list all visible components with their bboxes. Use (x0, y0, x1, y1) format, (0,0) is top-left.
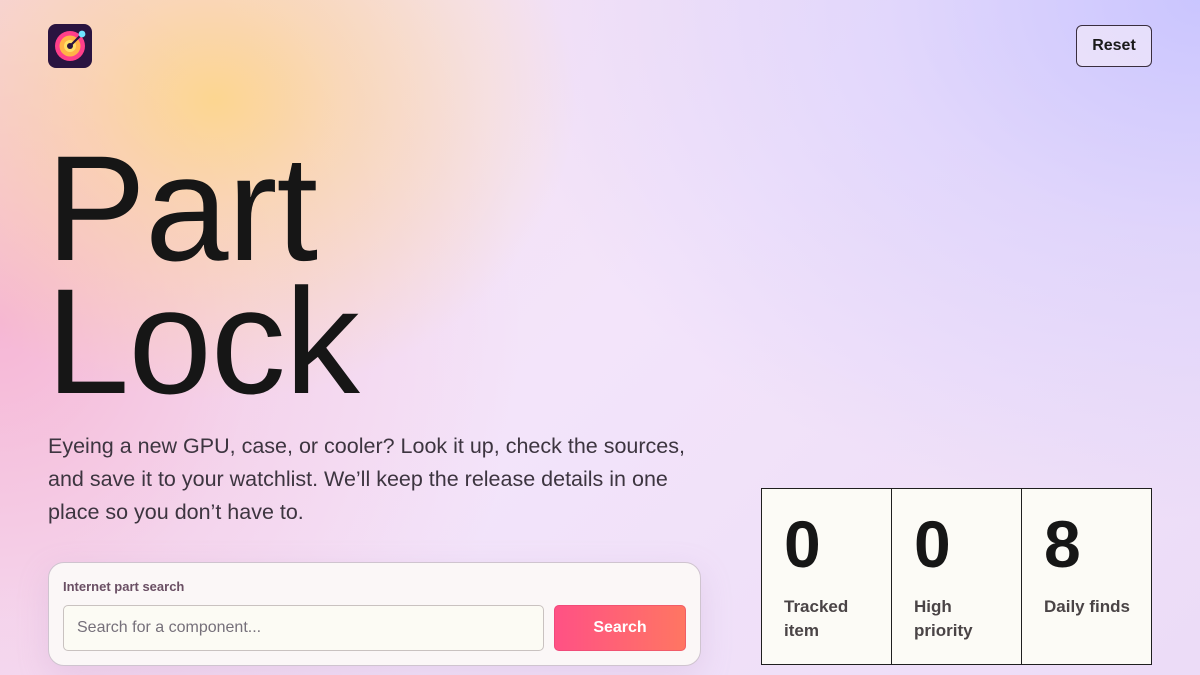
stat-daily-finds: 8 Daily finds (1022, 489, 1151, 664)
stats-panel: 0 Tracked item 0 High priority 8 Daily f… (761, 488, 1152, 665)
search-button[interactable]: Search (554, 605, 686, 651)
stat-value: 8 (1044, 507, 1081, 581)
stat-label: High priority (914, 597, 973, 640)
search-card: Internet part search Search (48, 562, 701, 666)
search-input[interactable] (63, 605, 544, 651)
stat-tracked: 0 Tracked item (762, 489, 892, 664)
app-logo[interactable] (48, 24, 92, 68)
stat-value: 0 (914, 507, 951, 581)
search-label: Internet part search (63, 579, 185, 594)
stat-high-priority: 0 High priority (892, 489, 1022, 664)
stat-label: Daily finds (1044, 597, 1130, 616)
stat-value: 0 (784, 507, 821, 581)
hero-description: Eyeing a new GPU, case, or cooler? Look … (48, 434, 685, 524)
page-title: Part Lock (46, 124, 360, 425)
title-line-2: Lock (46, 257, 360, 425)
reset-button[interactable]: Reset (1076, 25, 1152, 67)
target-logo-icon (55, 30, 86, 61)
stat-label: Tracked item (784, 597, 849, 640)
title-line-1: Part (46, 124, 318, 292)
